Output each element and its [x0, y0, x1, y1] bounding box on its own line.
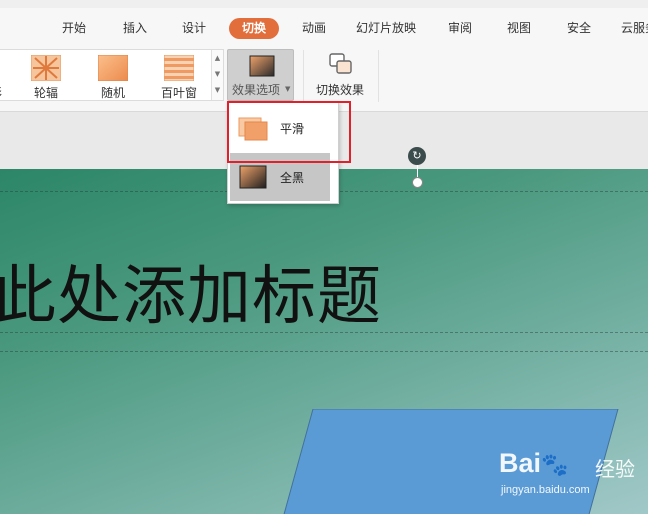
tab-cloud-service[interactable]: 云服务: [619, 18, 648, 39]
dropdown-item-black-label: 全黑: [280, 171, 305, 185]
wheel-transition-icon: [31, 55, 61, 81]
ribbon-tab-bar: 开始 插入 设计 切换 动画 幻灯片放映 审阅 视图 安全 云服务: [0, 0, 648, 44]
switch-effect-label: 切换效果: [316, 83, 365, 97]
placeholder-guide: [0, 332, 648, 333]
tab-slideshow[interactable]: 幻灯片放映: [354, 18, 418, 39]
tab-security[interactable]: 安全: [565, 18, 593, 39]
gallery-item-random[interactable]: 随机: [85, 52, 141, 100]
gallery-scroll-down-icon[interactable]: ▼: [212, 66, 223, 82]
gallery-item-random-label: 随机: [100, 86, 125, 100]
effect-options-label: 效果选项: [232, 83, 281, 97]
ribbon-divider: [378, 50, 379, 102]
tab-animation[interactable]: 动画: [300, 18, 328, 39]
rotate-handle-icon[interactable]: ↻: [408, 147, 426, 165]
tab-view[interactable]: 视图: [505, 18, 533, 39]
gallery-scroll-up-icon[interactable]: ▲: [212, 50, 223, 66]
black-effect-icon: [239, 165, 267, 189]
window-top-strip: [0, 0, 648, 8]
gallery-item-blinds[interactable]: 百叶窗: [151, 52, 207, 100]
effect-options-button[interactable]: 效果选项 ▼: [227, 49, 294, 101]
watermark-url: jingyan.baidu.com: [501, 484, 590, 496]
resize-handle[interactable]: [412, 177, 423, 188]
ribbon-divider: [303, 50, 304, 102]
switch-effect-icon: [329, 53, 352, 74]
chevron-down-icon: ▼: [285, 85, 291, 93]
annotation-highlight-box: [227, 101, 351, 163]
watermark-logo: Bai🐾: [499, 448, 569, 478]
tab-insert[interactable]: 插入: [121, 18, 149, 39]
tab-home[interactable]: 开始: [60, 18, 88, 39]
placeholder-guide: [0, 351, 648, 352]
tab-design[interactable]: 设计: [180, 18, 208, 39]
slide-title-placeholder[interactable]: 此处添加标题: [0, 245, 382, 337]
effect-options-icon: [249, 55, 275, 77]
gallery-item-blinds-label: 百叶窗: [160, 86, 197, 100]
gallery-item-wheel[interactable]: 轮辐: [18, 52, 74, 100]
baidu-watermark: Bai🐾 经验 jingyan.baidu.com: [495, 440, 645, 510]
gallery-item-wheel-label: 轮辐: [33, 86, 58, 100]
switch-effect-button[interactable]: 切换效果: [312, 49, 370, 101]
gallery-item-partial-label: 形: [0, 84, 2, 101]
random-transition-icon: [98, 55, 128, 81]
blinds-transition-icon: [164, 55, 194, 81]
tab-review[interactable]: 审阅: [446, 18, 474, 39]
tab-transitions[interactable]: 切换: [229, 18, 280, 39]
transition-gallery: 形 轮辐 随机: [0, 49, 224, 101]
watermark-jingyan: 经验: [595, 457, 635, 481]
gallery-expand-icon[interactable]: ▼: [212, 82, 223, 98]
gallery-scrollbar[interactable]: ▲ ▼ ▼: [211, 50, 223, 100]
